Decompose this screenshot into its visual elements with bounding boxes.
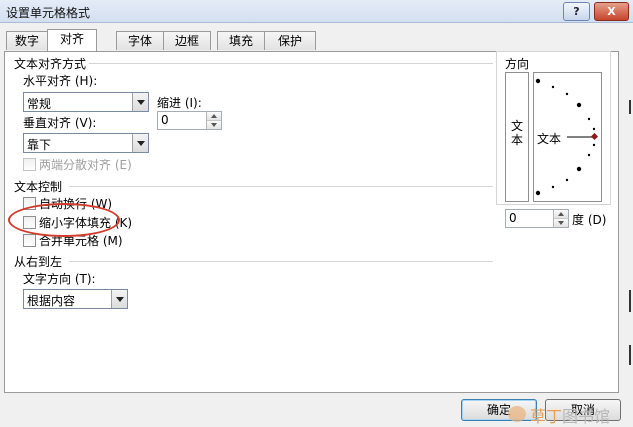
horizontal-align-value: 常规 xyxy=(27,97,52,111)
horizontal-align-label: 水平对齐 (H): xyxy=(23,74,98,88)
spin-down-icon[interactable] xyxy=(554,219,568,227)
chevron-down-icon[interactable] xyxy=(111,290,127,308)
watermark: 草丁图书馆 xyxy=(530,403,610,427)
spin-down-icon[interactable] xyxy=(207,121,221,129)
tab-number[interactable]: 数字 xyxy=(6,31,48,50)
orientation-group: 方向 文本 文本 xyxy=(496,51,611,205)
vertical-align-label: 垂直对齐 (V): xyxy=(23,116,97,130)
dialog-title: 设置单元格格式 xyxy=(6,6,91,20)
chevron-down-icon[interactable] xyxy=(132,93,148,111)
vertical-align-value: 靠下 xyxy=(27,138,52,152)
spin-up-icon[interactable] xyxy=(207,112,221,121)
tab-font[interactable]: 字体 xyxy=(116,31,164,50)
text-direction-select[interactable]: 根据内容 xyxy=(23,289,128,309)
text-control-heading: 文本控制 xyxy=(14,180,63,194)
tab-protection[interactable]: 保护 xyxy=(264,31,316,50)
degrees-stepper[interactable]: 0 xyxy=(505,209,569,228)
divider xyxy=(69,186,493,187)
ok-button[interactable]: 确定 xyxy=(461,399,537,421)
divider xyxy=(69,261,493,262)
chevron-down-icon[interactable] xyxy=(132,134,148,152)
watermark-rest: 图书馆 xyxy=(562,407,611,426)
tab-border[interactable]: 边框 xyxy=(163,31,211,50)
format-cells-dialog: 数字 对齐 字体 边框 填充 保护 文本对齐方式 水平对齐 (H): 常规 缩进… xyxy=(0,23,633,427)
vertical-text-sample: 文本 xyxy=(510,119,523,147)
vertical-text-toggle[interactable]: 文本 xyxy=(505,72,529,202)
rtl-heading: 从右到左 xyxy=(14,255,63,269)
justify-distributed-checkbox[interactable] xyxy=(23,158,36,171)
merge-cells-checkbox[interactable] xyxy=(23,234,36,247)
orientation-heading: 方向 xyxy=(503,55,532,72)
watermark-logo-icon xyxy=(508,406,526,422)
indent-value: 0 xyxy=(161,113,169,127)
tab-alignment[interactable]: 对齐 xyxy=(47,29,97,51)
watermark-accent: 草丁 xyxy=(530,407,563,426)
tab-fill[interactable]: 填充 xyxy=(217,31,265,50)
background-edge-mark xyxy=(629,345,631,365)
orientation-dial[interactable]: 文本 xyxy=(533,72,602,202)
background-edge-mark xyxy=(629,100,631,114)
degrees-value: 0 xyxy=(509,211,517,225)
spin-up-icon[interactable] xyxy=(554,210,568,219)
help-button[interactable]: ? xyxy=(563,2,590,21)
text-direction-label: 文字方向 (T): xyxy=(23,272,96,286)
indent-stepper[interactable]: 0 xyxy=(157,111,222,130)
horizontal-align-select[interactable]: 常规 xyxy=(23,92,149,112)
dial-text-sample: 文本 xyxy=(537,132,562,146)
vertical-align-select[interactable]: 靠下 xyxy=(23,133,149,153)
background-edge-mark xyxy=(629,290,631,312)
close-button[interactable]: X xyxy=(594,2,629,21)
text-alignment-heading: 文本对齐方式 xyxy=(14,57,87,71)
degrees-label: 度 (D) xyxy=(572,213,607,227)
title-bar: 设置单元格格式 ? X xyxy=(0,0,633,23)
text-direction-value: 根据内容 xyxy=(27,294,76,308)
indent-label: 缩进 (I): xyxy=(157,96,202,110)
highlight-annotation xyxy=(8,203,120,237)
divider xyxy=(89,63,493,64)
justify-distributed-label: 两端分散对齐 (E) xyxy=(39,158,132,172)
